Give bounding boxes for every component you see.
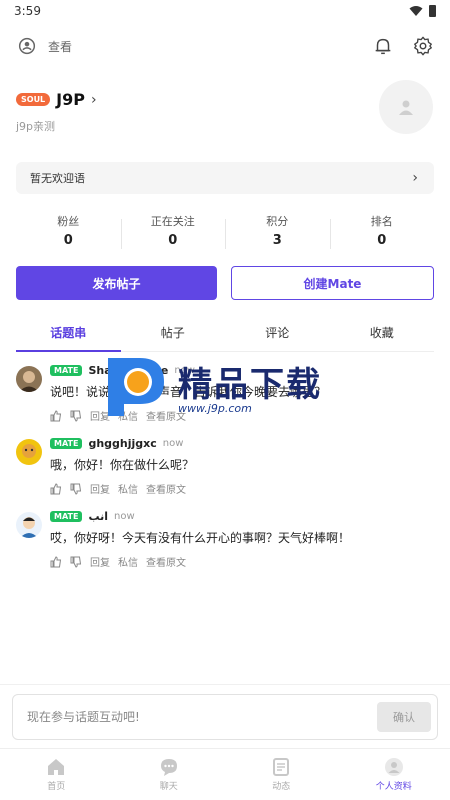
dm-button[interactable]: 私信 xyxy=(118,481,138,496)
thumbs-down-icon[interactable] xyxy=(70,556,82,568)
username: J9P xyxy=(56,90,85,109)
tab-favorites[interactable]: 收藏 xyxy=(330,318,435,351)
nav-label: 动态 xyxy=(272,782,291,792)
profile-header: SOUL J9P › j9p亲测 xyxy=(0,70,450,162)
status-time: 3:59 xyxy=(14,4,41,18)
nav-home[interactable]: 首页 xyxy=(0,749,113,800)
welcome-text: 暂无欢迎语 xyxy=(30,172,85,185)
nav-label: 聊天 xyxy=(159,782,178,792)
stat-value: 0 xyxy=(168,232,178,248)
feed-icon xyxy=(273,758,290,776)
stat-rank[interactable]: 排名 0 xyxy=(329,213,435,249)
reply-button[interactable]: 回复 xyxy=(90,554,110,569)
profile-name-row[interactable]: SOUL J9P › xyxy=(16,90,97,109)
thumbs-up-icon[interactable] xyxy=(50,409,62,422)
avatar[interactable] xyxy=(379,80,433,134)
stat-points[interactable]: 积分 3 xyxy=(225,213,330,249)
comment-input-placeholder: 现在参与话题互动吧! xyxy=(27,710,140,724)
stat-label: 正在关注 xyxy=(150,214,195,228)
reply-button[interactable]: 回复 xyxy=(90,408,110,423)
stat-fans[interactable]: 粉丝 0 xyxy=(16,213,121,248)
nav-feed[interactable]: 动态 xyxy=(225,749,338,800)
stat-label: 排名 xyxy=(370,214,393,228)
chevron-right-icon: › xyxy=(412,170,418,186)
view-original-button[interactable]: 查看原文 xyxy=(146,408,186,423)
view-original-button[interactable]: 查看原文 xyxy=(146,554,186,569)
avatar[interactable] xyxy=(16,366,42,392)
content-tabs: 话题串 帖子 评论 收藏 xyxy=(16,318,434,352)
profile-icon xyxy=(384,758,403,776)
stat-label: 粉丝 xyxy=(57,214,80,228)
comment-text: 哎，你好呀！今天有没有什么开心的事啊？天气好棒啊！ xyxy=(50,531,351,545)
dm-button[interactable]: 私信 xyxy=(118,408,138,423)
mate-badge: MATE xyxy=(50,438,83,449)
thumbs-up-icon[interactable] xyxy=(50,555,62,568)
thumbs-down-icon[interactable] xyxy=(70,410,82,422)
nav-chat[interactable]: 聊天 xyxy=(113,749,226,800)
profile-subtitle: j9p亲测 xyxy=(16,120,56,133)
publish-post-button[interactable]: 发布帖子 xyxy=(16,266,217,300)
avatar[interactable] xyxy=(16,439,42,465)
visitors-icon xyxy=(18,37,36,55)
soul-badge: SOUL xyxy=(16,93,51,106)
stat-value: 3 xyxy=(272,232,282,248)
list-item: MATE ghgghjjgxc now 哦，你好！你在做什么呢？ 回复 私信 查… xyxy=(16,437,434,496)
bottom-nav: 首页 聊天 动态 个人资料 xyxy=(0,748,450,800)
dm-button[interactable]: 私信 xyxy=(118,554,138,569)
comment-time: now xyxy=(114,511,135,522)
thumbs-up-icon[interactable] xyxy=(50,482,62,495)
comment-author[interactable]: Shakespeare xyxy=(88,364,168,377)
wifi-icon xyxy=(409,6,423,16)
action-buttons: 发布帖子 创建Mate xyxy=(16,266,434,300)
stat-label: 积分 xyxy=(266,214,289,228)
nav-label: 首页 xyxy=(47,782,66,792)
nav-profile[interactable]: 个人资料 xyxy=(338,749,450,800)
comment-author[interactable]: انب xyxy=(88,510,108,523)
status-icons xyxy=(409,5,436,17)
mate-badge: MATE xyxy=(50,365,83,376)
thumbs-down-icon[interactable] xyxy=(70,483,82,495)
chevron-right-icon: › xyxy=(90,91,97,108)
reply-button[interactable]: 回复 xyxy=(90,481,110,496)
comment-input[interactable]: 现在参与话题互动吧! 确认 xyxy=(12,693,438,740)
comment-text: 哦，你好！你在做什么呢？ xyxy=(50,458,195,472)
stat-value: 0 xyxy=(377,232,387,248)
tab-posts[interactable]: 帖子 xyxy=(121,318,226,351)
comment-time: now xyxy=(162,438,184,449)
mate-badge: MATE xyxy=(50,511,83,522)
home-icon xyxy=(48,759,65,775)
battery-icon xyxy=(429,5,436,17)
tab-topics[interactable]: 话题串 xyxy=(16,318,121,352)
visitors-button[interactable]: 查看 xyxy=(16,35,72,57)
chat-icon xyxy=(160,759,177,776)
stat-following[interactable]: 正在关注 0 xyxy=(120,213,226,249)
list-item: MATE انب now 哎，你好呀！今天有没有什么开心的事啊？天气好棒啊！ 回… xyxy=(16,510,434,569)
avatar[interactable] xyxy=(16,512,42,538)
confirm-button[interactable]: 确认 xyxy=(377,701,431,732)
comment-list: MATE Shakespeare now 说吧！说说你心中的声音，告诉我你今晚要… xyxy=(0,352,450,569)
comment-text: 说吧！说说你心中的声音，告诉我你今晚要去哪里？ xyxy=(50,385,327,399)
nav-label: 个人资料 xyxy=(375,782,412,792)
bell-icon[interactable] xyxy=(372,35,394,57)
top-bar: 查看 xyxy=(0,22,450,70)
status-bar: 3:59 xyxy=(0,0,450,22)
create-mate-button[interactable]: 创建Mate xyxy=(231,266,434,300)
view-original-button[interactable]: 查看原文 xyxy=(146,481,186,496)
visitors-label: 查看 xyxy=(48,39,73,54)
welcome-message-row[interactable]: 暂无欢迎语 › xyxy=(16,162,434,194)
comment-input-bar: 现在参与话题互动吧! 确认 xyxy=(0,684,450,748)
list-item: MATE Shakespeare now 说吧！说说你心中的声音，告诉我你今晚要… xyxy=(16,364,434,423)
settings-gear-icon[interactable] xyxy=(412,35,434,57)
comment-time: now xyxy=(174,365,195,376)
stat-value: 0 xyxy=(63,232,73,248)
stats-row: 粉丝 0 正在关注 0 积分 3 排名 0 xyxy=(16,194,434,266)
person-icon xyxy=(399,100,413,115)
comment-author[interactable]: ghgghjjgxc xyxy=(88,437,156,450)
tab-comments[interactable]: 评论 xyxy=(225,318,330,351)
